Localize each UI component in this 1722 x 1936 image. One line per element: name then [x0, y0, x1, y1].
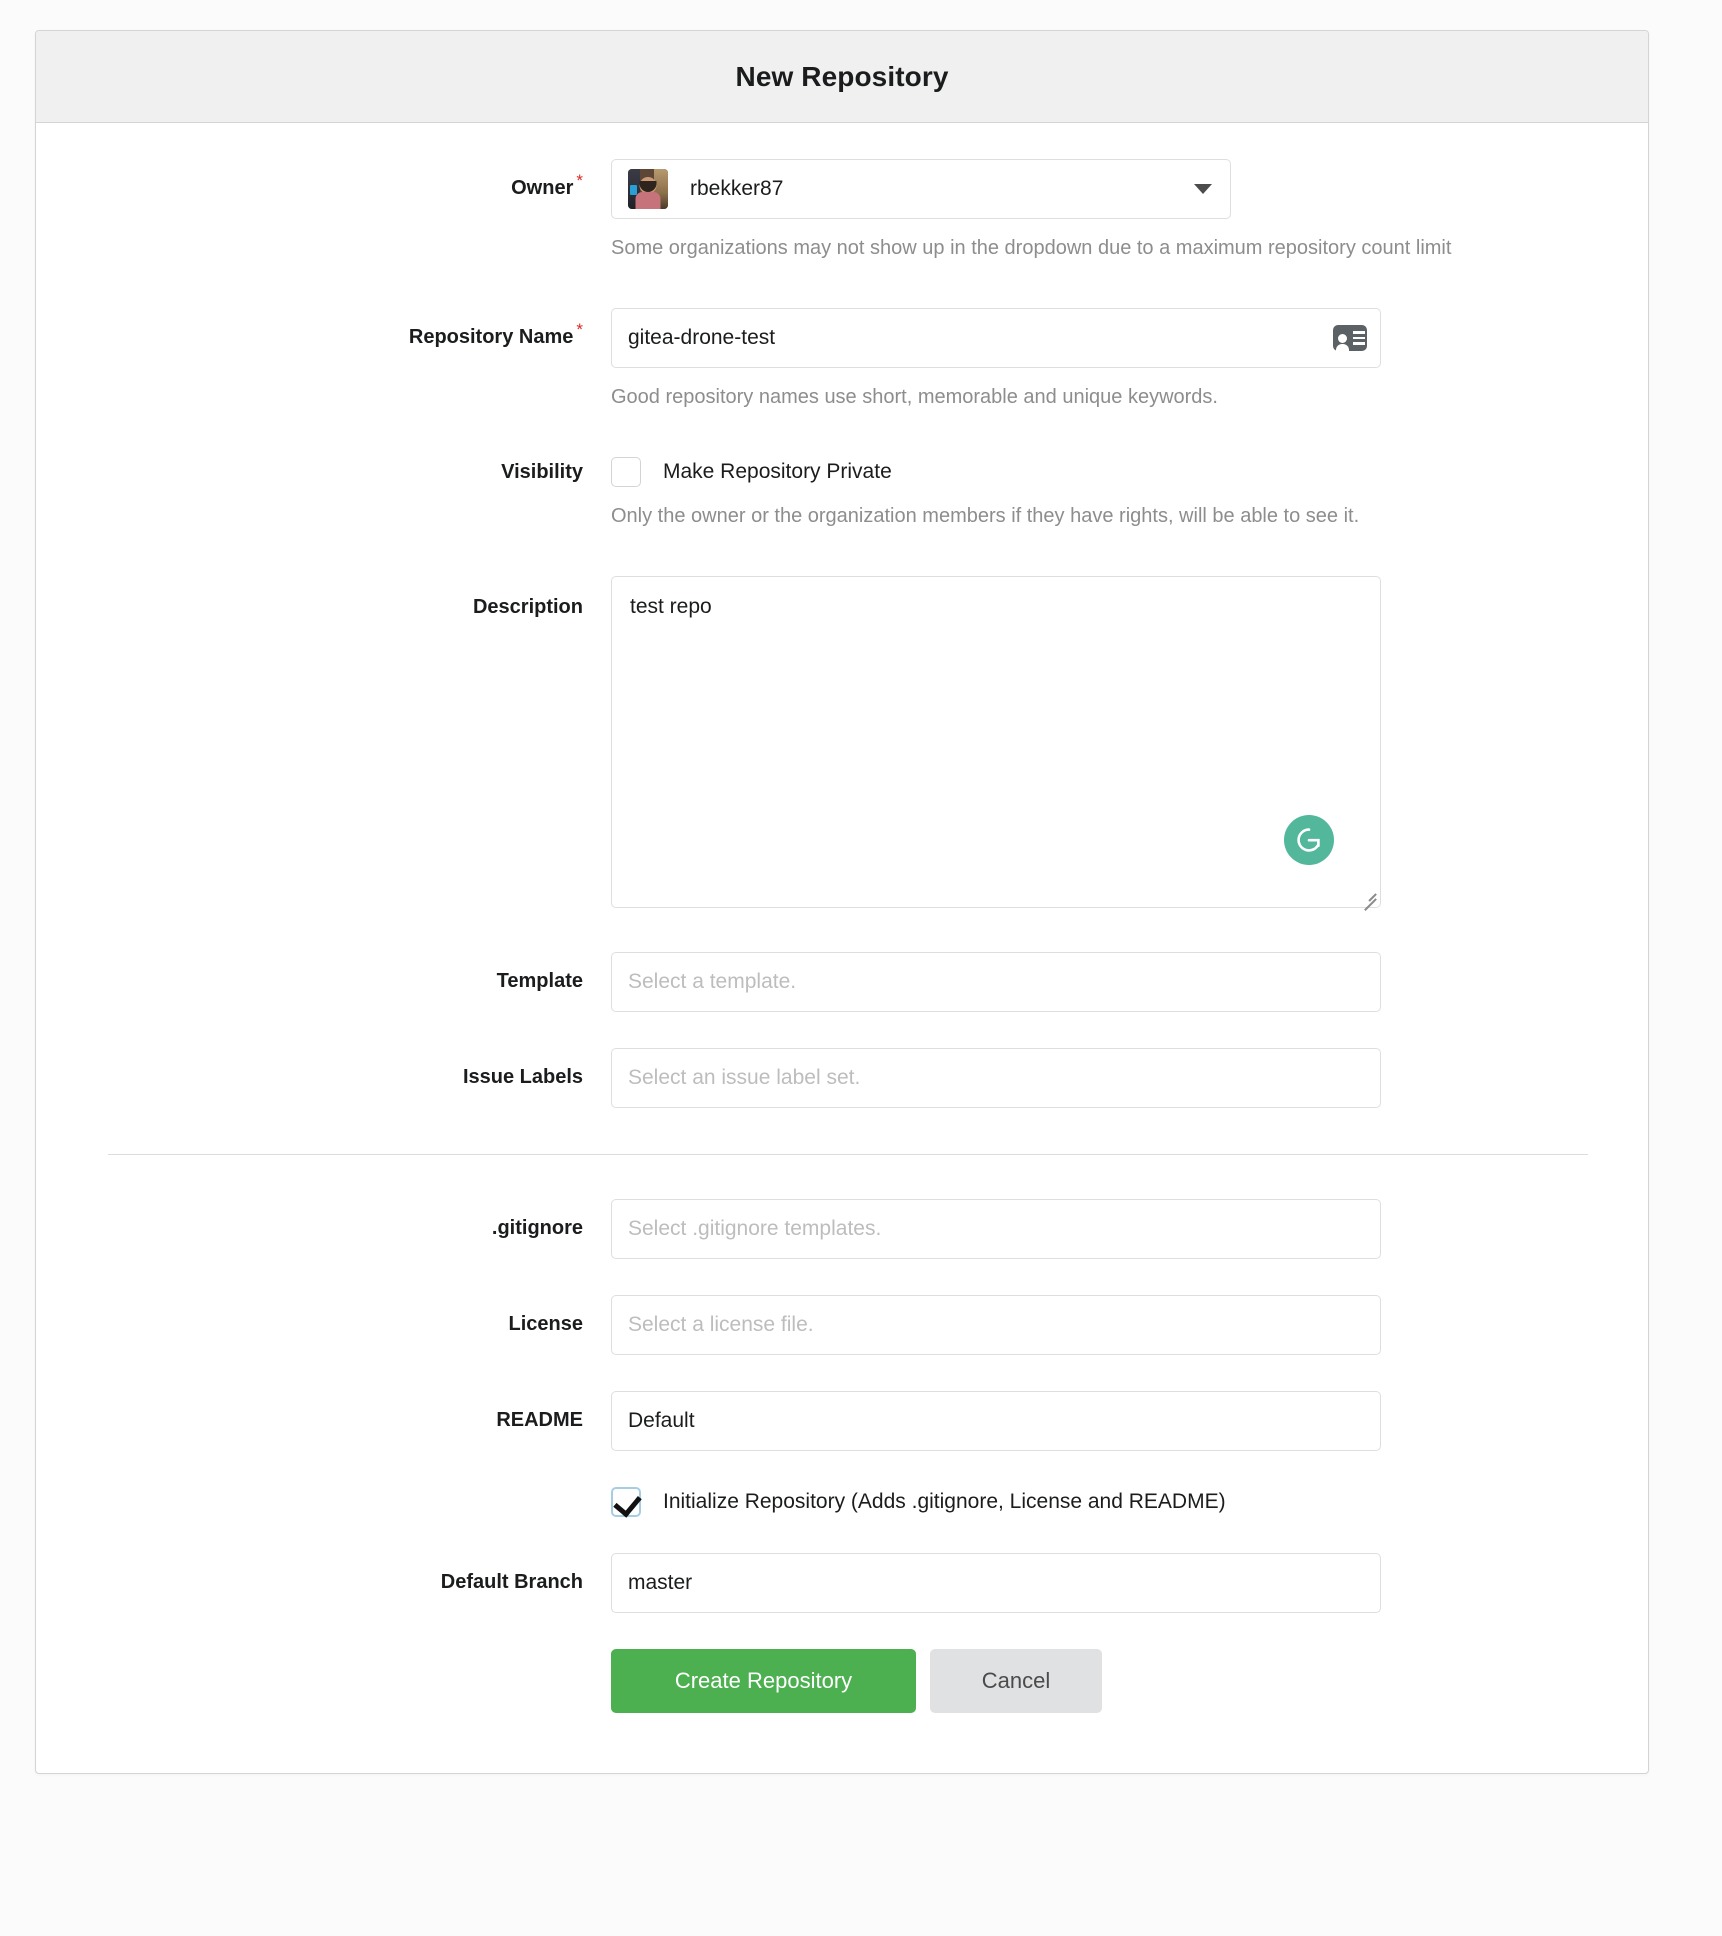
make-private-checkbox-row[interactable]: Make Repository Private	[611, 457, 1568, 487]
description-value: test repo	[630, 595, 712, 618]
license-row: License Select a license file.	[36, 1295, 1648, 1355]
issue-labels-field-col: Select an issue label set.	[611, 1048, 1648, 1108]
card-header: New Repository	[36, 31, 1648, 123]
owner-field-col: rbekker87 Some organizations may not sho…	[611, 159, 1648, 264]
chevron-down-icon[interactable]	[1194, 184, 1212, 194]
page-background: New Repository Owner * rbekker87 Some or…	[0, 0, 1722, 1936]
default-branch-label-col: Default Branch	[36, 1553, 611, 1593]
owner-help-text: Some organizations may not show up in th…	[611, 237, 1452, 259]
initialize-field-col: Initialize Repository (Adds .gitignore, …	[611, 1487, 1648, 1517]
gitignore-label-col: .gitignore	[36, 1199, 611, 1239]
owner-select[interactable]: rbekker87	[611, 159, 1231, 219]
readme-label-col: README	[36, 1391, 611, 1431]
template-label: Template	[496, 970, 583, 992]
issue-labels-label-col: Issue Labels	[36, 1048, 611, 1088]
gitignore-placeholder: Select .gitignore templates.	[628, 1217, 882, 1240]
make-private-checkbox[interactable]	[611, 457, 641, 487]
repository-name-field-col: gitea-drone-test Good repository names u…	[611, 308, 1648, 413]
readme-label: README	[496, 1409, 583, 1431]
issue-labels-label: Issue Labels	[462, 1066, 583, 1088]
page-title: New Repository	[735, 60, 949, 92]
template-label-col: Template	[36, 952, 611, 992]
description-label-col: Description	[36, 576, 611, 618]
repository-name-label: Repository Name	[408, 326, 574, 348]
description-label: Description	[472, 596, 583, 618]
template-select[interactable]: Select a template.	[611, 952, 1381, 1012]
owner-label-col: Owner *	[36, 159, 611, 199]
gitignore-row: .gitignore Select .gitignore templates.	[36, 1199, 1648, 1259]
readme-select[interactable]: Default	[611, 1391, 1381, 1451]
repository-name-help-text: Good repository names use short, memorab…	[611, 386, 1218, 408]
new-repository-card: New Repository Owner * rbekker87 Some or…	[35, 30, 1649, 1774]
gitignore-field-col: Select .gitignore templates.	[611, 1199, 1648, 1259]
initialize-checkbox[interactable]	[611, 1487, 641, 1517]
template-placeholder: Select a template.	[628, 970, 797, 993]
visibility-label-col: Visibility	[36, 457, 611, 483]
issue-labels-row: Issue Labels Select an issue label set.	[36, 1048, 1648, 1108]
actions-row: Create Repository Cancel	[36, 1649, 1648, 1713]
template-row: Template Select a template.	[36, 952, 1648, 1012]
license-select[interactable]: Select a license file.	[611, 1295, 1381, 1355]
section-divider	[108, 1154, 1588, 1155]
license-field-col: Select a license file.	[611, 1295, 1648, 1355]
gitignore-label: .gitignore	[491, 1217, 583, 1239]
default-branch-input[interactable]: master	[611, 1553, 1381, 1613]
license-label-col: License	[36, 1295, 611, 1335]
issue-labels-select[interactable]: Select an issue label set.	[611, 1048, 1381, 1108]
description-textarea[interactable]: test repo	[611, 576, 1381, 912]
description-field-col: test repo	[611, 576, 1648, 912]
description-row: Description test repo	[36, 576, 1648, 912]
issue-labels-placeholder: Select an issue label set.	[628, 1066, 861, 1089]
visibility-field-col: Make Repository Private Only the owner o…	[611, 457, 1648, 532]
repository-name-label-col: Repository Name *	[36, 308, 611, 348]
repository-name-row: Repository Name * gitea-drone-test Good r…	[36, 308, 1648, 413]
owner-required-marker: *	[576, 171, 583, 191]
owner-label: Owner	[511, 177, 574, 199]
owner-row: Owner * rbekker87 Some organizations may …	[36, 159, 1648, 264]
initialize-label: Initialize Repository (Adds .gitignore, …	[663, 1490, 1226, 1513]
actions-field-col: Create Repository Cancel	[611, 1649, 1648, 1713]
readme-field-col: Default	[611, 1391, 1648, 1451]
repository-name-required-marker: *	[576, 320, 583, 340]
initialize-checkbox-row[interactable]: Initialize Repository (Adds .gitignore, …	[611, 1487, 1568, 1517]
grammarly-icon[interactable]	[1284, 815, 1334, 865]
default-branch-field-col: master	[611, 1553, 1648, 1613]
id-card-icon[interactable]	[1333, 325, 1367, 351]
new-repository-form: Owner * rbekker87 Some organizations may …	[36, 123, 1648, 1773]
default-branch-value: master	[628, 1571, 693, 1594]
form-actions: Create Repository Cancel	[611, 1649, 1568, 1713]
visibility-row: Visibility Make Repository Private Only …	[36, 457, 1648, 532]
visibility-label: Visibility	[501, 461, 583, 483]
avatar	[628, 169, 668, 209]
readme-value: Default	[628, 1409, 695, 1432]
repository-name-value: gitea-drone-test	[628, 326, 776, 349]
owner-value: rbekker87	[690, 177, 784, 200]
visibility-help-text: Only the owner or the organization membe…	[611, 505, 1360, 527]
repository-name-input[interactable]: gitea-drone-test	[611, 308, 1381, 368]
resize-handle[interactable]	[1359, 886, 1377, 912]
make-private-label: Make Repository Private	[663, 460, 892, 483]
gitignore-select[interactable]: Select .gitignore templates.	[611, 1199, 1381, 1259]
default-branch-row: Default Branch master	[36, 1553, 1648, 1613]
cancel-button[interactable]: Cancel	[930, 1649, 1102, 1713]
license-label: License	[508, 1313, 583, 1335]
template-field-col: Select a template.	[611, 952, 1648, 1012]
readme-row: README Default	[36, 1391, 1648, 1451]
default-branch-label: Default Branch	[440, 1571, 583, 1593]
initialize-row: Initialize Repository (Adds .gitignore, …	[36, 1487, 1648, 1517]
license-placeholder: Select a license file.	[628, 1313, 814, 1336]
create-repository-button[interactable]: Create Repository	[611, 1649, 916, 1713]
